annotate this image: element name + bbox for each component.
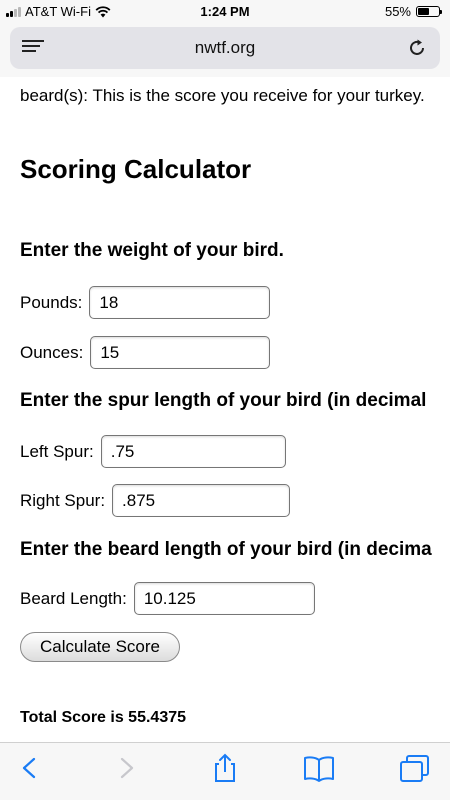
total-score: Total Score is 55.4375 <box>20 709 187 726</box>
beard-length-row: Beard Length: 10.125 <box>20 582 315 615</box>
browser-chrome: nwtf.org <box>0 22 450 77</box>
bottom-toolbar <box>0 742 450 800</box>
right-spur-label: Right Spur: <box>20 490 106 510</box>
left-spur-label: Left Spur: <box>20 441 94 461</box>
page-content: beard(s): This is the score you receive … <box>0 77 450 742</box>
page-title: Scoring Calculator <box>20 154 252 184</box>
ounces-row: Ounces: 15 <box>20 336 271 369</box>
status-right: 55% <box>384 4 442 19</box>
right-spur-row: Right Spur: .875 <box>20 484 291 517</box>
battery-icon <box>416 6 442 17</box>
intro-text: beard(s): This is the score you receive … <box>20 86 425 105</box>
beard-length-input[interactable]: 10.125 <box>133 582 315 615</box>
reload-icon[interactable] <box>406 37 428 59</box>
status-time: 1:24 PM <box>200 4 250 19</box>
pounds-row: Pounds: 18 <box>20 286 271 319</box>
share-icon[interactable] <box>205 753 245 783</box>
left-spur-input[interactable]: .75 <box>100 435 286 468</box>
beard-section-title: Enter the beard length of your bird (in … <box>20 539 432 560</box>
forward-icon[interactable] <box>106 753 146 783</box>
status-bar: AT&T Wi-Fi 1:24 PM 55% <box>0 0 450 22</box>
pounds-label: Pounds: <box>20 292 83 312</box>
tabs-icon[interactable] <box>394 753 434 783</box>
left-spur-row: Left Spur: .75 <box>20 435 286 468</box>
battery-percent: 55% <box>384 4 411 19</box>
address-bar[interactable]: nwtf.org <box>10 27 440 69</box>
ounces-label: Ounces: <box>20 342 84 362</box>
battery-fill <box>418 8 429 15</box>
url-text[interactable]: nwtf.org <box>10 38 440 58</box>
weight-section-title: Enter the weight of your bird. <box>20 240 284 261</box>
spur-section-title: Enter the spur length of your bird (in d… <box>20 390 427 411</box>
calculate-score-button[interactable]: Calculate Score <box>20 632 180 662</box>
pounds-input[interactable]: 18 <box>89 286 271 319</box>
back-icon[interactable] <box>10 753 50 783</box>
right-spur-input[interactable]: .875 <box>112 484 291 517</box>
ounces-input[interactable]: 15 <box>90 336 271 369</box>
beard-length-label: Beard Length: <box>20 588 127 608</box>
bookmarks-icon[interactable] <box>299 753 339 783</box>
